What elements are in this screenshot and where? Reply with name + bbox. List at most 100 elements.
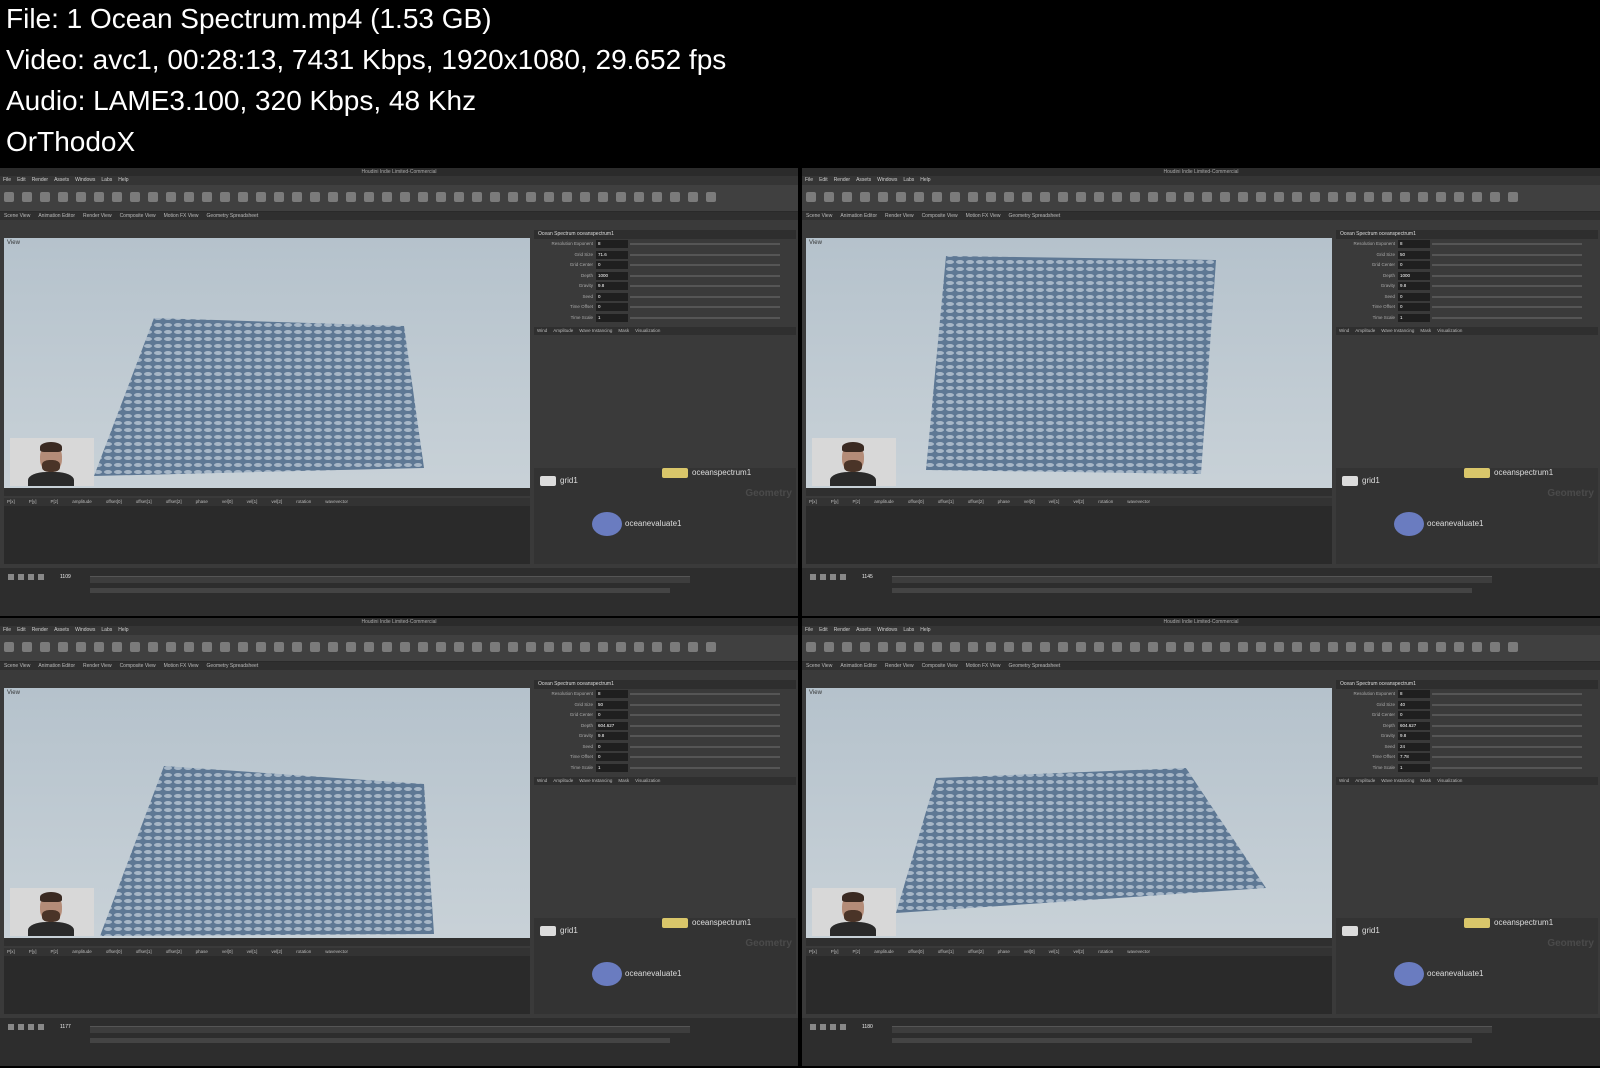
shelf-tool-icon[interactable] (580, 192, 590, 202)
column-header[interactable]: rotation (296, 499, 311, 504)
menu-item[interactable]: Edit (819, 627, 828, 633)
shelf-tool-icon[interactable] (932, 642, 942, 652)
shelf-tool-icon[interactable] (454, 192, 464, 202)
play-back-icon[interactable] (810, 574, 816, 580)
shelf-tool-icon[interactable] (328, 192, 338, 202)
shelf-tool-icon[interactable] (184, 192, 194, 202)
timeline-scrubber[interactable] (90, 576, 690, 583)
shelf-tool-icon[interactable] (896, 642, 906, 652)
column-header[interactable]: vel[0] (1024, 949, 1035, 954)
shelf-tool-icon[interactable] (1184, 642, 1194, 652)
pane-tab[interactable]: Motion FX View (164, 663, 199, 669)
play-icon[interactable] (820, 574, 826, 580)
shelf-toolbar[interactable] (802, 635, 1600, 662)
play-forward-icon[interactable] (38, 1024, 44, 1030)
shelf-tool-icon[interactable] (274, 192, 284, 202)
menu-item[interactable]: Labs (903, 177, 914, 183)
shelf-tool-icon[interactable] (1490, 642, 1500, 652)
shelf-tool-icon[interactable] (1274, 642, 1284, 652)
shelf-tool-icon[interactable] (1238, 642, 1248, 652)
shelf-tool-icon[interactable] (94, 192, 104, 202)
network-view[interactable]: Geometry grid1 oceanspectrum1 oceanevalu… (1336, 468, 1598, 564)
param-slider[interactable] (1432, 693, 1582, 695)
shelf-tool-icon[interactable] (1112, 642, 1122, 652)
shelf-tool-icon[interactable] (688, 642, 698, 652)
shelf-tool-icon[interactable] (166, 642, 176, 652)
pane-tab[interactable]: Geometry Spreadsheet (1009, 663, 1061, 669)
param-tab[interactable]: Amplitude (1355, 328, 1375, 333)
param-slider[interactable] (630, 274, 780, 277)
param-value-field[interactable]: 9.8 (596, 732, 628, 740)
param-tab[interactable]: Amplitude (553, 328, 573, 333)
param-tabs[interactable]: Wind Amplitude Wave Instancing Mask Visualiz… (1336, 777, 1598, 785)
param-value-field[interactable]: 0 (596, 261, 628, 269)
menu-item[interactable]: Help (920, 627, 930, 633)
param-value-field[interactable]: 40 (1398, 700, 1430, 709)
column-header[interactable]: vel[2] (1073, 499, 1084, 504)
shelf-tool-icon[interactable] (1040, 192, 1050, 202)
shelf-tool-icon[interactable] (1130, 192, 1140, 202)
column-header[interactable]: amplitude (874, 949, 894, 954)
timeline[interactable]: 1180 (802, 1018, 1600, 1066)
param-slider[interactable] (1432, 714, 1582, 716)
play-forward-icon[interactable] (840, 574, 846, 580)
column-header[interactable]: offset[2] (166, 949, 182, 954)
shelf-tool-icon[interactable] (1058, 192, 1068, 202)
shelf-tool-icon[interactable] (950, 192, 960, 202)
node-oceanspectrum1[interactable]: oceanspectrum1 (1464, 918, 1553, 928)
param-tab[interactable]: Mask (618, 778, 629, 783)
shelf-tool-icon[interactable] (472, 192, 482, 202)
pane-tab[interactable]: Render View (885, 213, 914, 219)
param-value-field[interactable]: 1000 (596, 271, 628, 280)
param-value-field[interactable]: 50 (596, 700, 628, 709)
scene-viewport[interactable]: View (4, 238, 530, 496)
shelf-tool-icon[interactable] (1418, 192, 1428, 202)
shelf-tool-icon[interactable] (968, 192, 978, 202)
menu-item[interactable]: Render (32, 627, 48, 633)
shelf-tool-icon[interactable] (914, 192, 924, 202)
column-header[interactable]: rotation (1098, 499, 1113, 504)
shelf-tool-icon[interactable] (58, 642, 68, 652)
column-header[interactable]: P[x] (7, 949, 15, 954)
pane-tab[interactable]: Geometry Spreadsheet (207, 213, 259, 219)
param-tabs[interactable]: Wind Amplitude Wave Instancing Mask Visualiz… (534, 327, 796, 335)
shelf-tool-icon[interactable] (1076, 192, 1086, 202)
menu-item[interactable]: Assets (54, 177, 69, 183)
param-slider[interactable] (630, 285, 780, 287)
column-header[interactable]: P[z] (51, 499, 59, 504)
network-view[interactable]: Geometry grid1 oceanspectrum1 oceanevalu… (1336, 918, 1598, 1014)
shelf-tool-icon[interactable] (1148, 192, 1158, 202)
shelf-tool-icon[interactable] (1346, 192, 1356, 202)
shelf-tool-icon[interactable] (292, 642, 302, 652)
param-value-field[interactable]: 0 (596, 711, 628, 719)
pane-tab[interactable]: Scene View (4, 213, 30, 219)
shelf-tool-icon[interactable] (1292, 642, 1302, 652)
shelf-tool-icon[interactable] (842, 192, 852, 202)
param-tab[interactable]: Wave Instancing (1381, 328, 1414, 333)
pane-tab[interactable]: Composite View (120, 213, 156, 219)
param-value-field[interactable]: 0 (1398, 711, 1430, 719)
param-value-field[interactable]: 0 (596, 292, 628, 301)
pane-tab[interactable]: Render View (83, 663, 112, 669)
shelf-tool-icon[interactable] (968, 642, 978, 652)
param-slider[interactable] (1432, 756, 1582, 758)
shelf-tool-icon[interactable] (202, 642, 212, 652)
param-value-field[interactable]: 8 (596, 240, 628, 248)
shelf-tool-icon[interactable] (76, 642, 86, 652)
shelf-tool-icon[interactable] (148, 642, 158, 652)
param-slider[interactable] (630, 724, 780, 727)
shelf-tool-icon[interactable] (806, 642, 816, 652)
shelf-tool-icon[interactable] (382, 192, 392, 202)
shelf-tool-icon[interactable] (1256, 642, 1266, 652)
node-grid1[interactable]: grid1 (1342, 926, 1380, 936)
shelf-tool-icon[interactable] (526, 192, 536, 202)
menu-item[interactable]: Windows (75, 627, 95, 633)
column-header[interactable]: offset[2] (166, 499, 182, 504)
param-tabs[interactable]: Wind Amplitude Wave Instancing Mask Visualiz… (1336, 327, 1598, 335)
column-header[interactable]: offset[1] (136, 499, 152, 504)
stop-icon[interactable] (830, 574, 836, 580)
shelf-tool-icon[interactable] (1220, 192, 1230, 202)
param-value-field[interactable]: 9.8 (1398, 282, 1430, 290)
param-tab[interactable]: Wind (1339, 328, 1349, 333)
param-value-field[interactable]: 71.6 (596, 250, 628, 259)
